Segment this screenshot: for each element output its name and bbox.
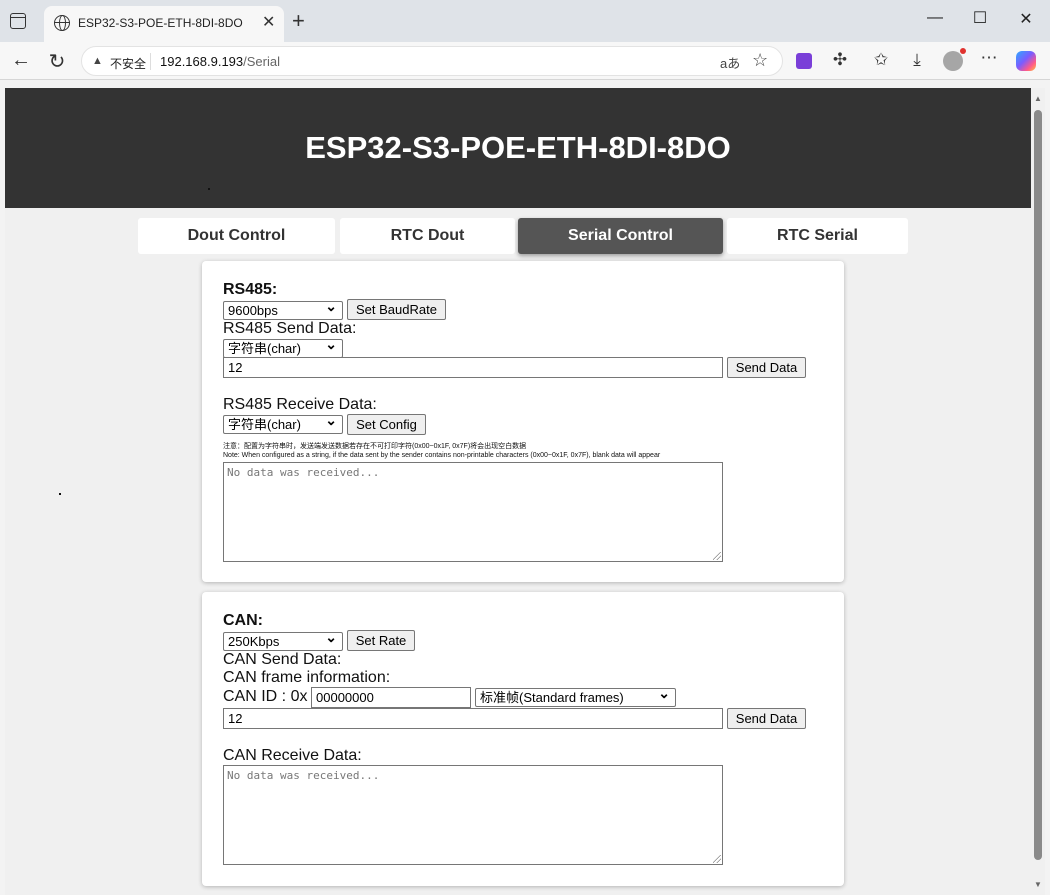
copilot-icon[interactable]: [1016, 51, 1036, 71]
can-send-label: CAN Send Data:: [223, 651, 342, 668]
rs485-receive-textarea[interactable]: No data was received...: [223, 462, 723, 562]
can-receive-placeholder: No data was received...: [227, 769, 380, 782]
stray-dot: [59, 493, 61, 495]
more-menu-icon[interactable]: ⋯: [978, 48, 1000, 68]
can-id-value: 00000000: [316, 690, 374, 705]
can-heading: CAN:: [223, 612, 263, 629]
browser-tab-title: ESP32-S3-POE-ETH-8DI-8DO: [78, 16, 243, 30]
can-id-input[interactable]: 00000000: [311, 687, 471, 708]
can-frame-type-value: 标准帧(Standard frames): [480, 690, 624, 705]
browser-tab[interactable]: ESP32-S3-POE-ETH-8DI-8DO ✕: [44, 6, 284, 42]
maximize-icon[interactable]: ☐: [970, 8, 990, 28]
rs485-send-button[interactable]: Send Data: [727, 357, 806, 378]
scroll-down-icon[interactable]: ▼: [1034, 880, 1042, 889]
read-aloud-icon[interactable]: aあ: [720, 53, 740, 72]
rs485-baud-value: 9600bps: [228, 303, 278, 318]
browser-toolbar: ← ↻ ▲ 不安全 192.168.9.193/Serial aあ ☆ ✣ ✩ …: [0, 42, 1050, 80]
rs485-receive-label: RS485 Receive Data:: [223, 396, 377, 413]
favorite-star-icon[interactable]: ☆: [752, 50, 768, 71]
extensions-puzzle-icon[interactable]: ✣: [829, 50, 851, 70]
extension-icon[interactable]: [796, 53, 812, 69]
rs485-baud-select[interactable]: 9600bps: [223, 298, 343, 320]
rs485-send-input[interactable]: 12: [223, 357, 723, 378]
resize-grip-icon[interactable]: [713, 855, 721, 863]
url-path: /Serial: [243, 54, 280, 69]
can-send-button[interactable]: Send Data: [727, 708, 806, 729]
rs485-note-en: Note: When configured as a string, if th…: [223, 452, 661, 459]
can-send-input[interactable]: 12: [223, 708, 723, 729]
globe-icon: [54, 15, 70, 31]
rs485-card: RS485: 9600bps Set BaudRate RS485 Send D…: [202, 261, 844, 582]
rs485-send-format-value: 字符串(char): [228, 341, 301, 356]
set-baudrate-button[interactable]: Set BaudRate: [347, 299, 446, 320]
can-send-value: 12: [228, 711, 243, 726]
minimize-icon[interactable]: —: [925, 9, 945, 27]
favorites-icon[interactable]: ✩: [870, 50, 892, 70]
close-tab-icon[interactable]: ✕: [262, 12, 275, 32]
insecure-label[interactable]: 不安全: [110, 55, 146, 72]
can-receive-label: CAN Receive Data:: [223, 747, 362, 764]
tab-rtc-serial[interactable]: RTC Serial: [727, 218, 908, 254]
refresh-icon[interactable]: ↻: [45, 49, 69, 74]
rs485-receive-placeholder: No data was received...: [227, 466, 380, 479]
tab-rtc-dout[interactable]: RTC Dout: [340, 218, 515, 254]
rs485-send-format-select[interactable]: 字符串(char): [223, 336, 343, 358]
can-receive-textarea[interactable]: No data was received...: [223, 765, 723, 865]
profile-avatar[interactable]: [943, 48, 966, 71]
close-window-icon[interactable]: ✕: [1016, 9, 1036, 29]
page-header: ESP32-S3-POE-ETH-8DI-8DO: [5, 88, 1031, 208]
scroll-up-icon[interactable]: ▲: [1034, 94, 1042, 103]
can-rate-select[interactable]: 250Kbps: [223, 629, 343, 651]
can-rate-value: 250Kbps: [228, 634, 280, 649]
set-rate-button[interactable]: Set Rate: [347, 630, 415, 651]
scrollbar-thumb[interactable]: [1034, 110, 1042, 860]
url-host: 192.168.9.193: [160, 54, 244, 69]
url-text[interactable]: 192.168.9.193/Serial: [160, 54, 280, 69]
tab-actions-icon[interactable]: [10, 13, 26, 29]
rs485-receive-format-select[interactable]: 字符串(char): [223, 412, 343, 434]
page-viewport: ESP32-S3-POE-ETH-8DI-8DO Dout Control RT…: [5, 88, 1031, 895]
back-icon[interactable]: ←: [9, 49, 33, 72]
rs485-note-cn: 注意：配置为字符串时，发送端发送数据若存在不可打印字符(0x00~0x1F, 0…: [223, 443, 527, 450]
can-id-label: CAN ID : 0x: [223, 688, 308, 705]
rs485-receive-format-value: 字符串(char): [228, 417, 301, 432]
page-scrollbar[interactable]: ▲ ▼: [1031, 88, 1045, 895]
can-frame-info-label: CAN frame information:: [223, 669, 391, 686]
address-divider: [150, 53, 151, 70]
rs485-send-value: 12: [228, 360, 243, 375]
tab-serial-control[interactable]: Serial Control: [518, 218, 723, 254]
stray-dot: [208, 188, 210, 190]
tab-dout-control[interactable]: Dout Control: [138, 218, 335, 254]
set-config-button[interactable]: Set Config: [347, 414, 426, 435]
can-frame-type-select[interactable]: 标准帧(Standard frames): [475, 685, 676, 707]
resize-grip-icon[interactable]: [713, 552, 721, 560]
rs485-heading: RS485:: [223, 281, 278, 298]
new-tab-icon[interactable]: +: [292, 8, 305, 34]
warning-icon: ▲: [92, 55, 103, 67]
downloads-icon[interactable]: ⤓: [906, 50, 928, 70]
page-title: ESP32-S3-POE-ETH-8DI-8DO: [305, 130, 731, 165]
address-bar[interactable]: ▲ 不安全 192.168.9.193/Serial aあ ☆: [81, 46, 783, 76]
browser-tab-bar: ESP32-S3-POE-ETH-8DI-8DO ✕ + — ☐ ✕: [0, 0, 1050, 42]
can-card: CAN: 250Kbps Set Rate CAN Send Data: CAN…: [202, 592, 844, 886]
